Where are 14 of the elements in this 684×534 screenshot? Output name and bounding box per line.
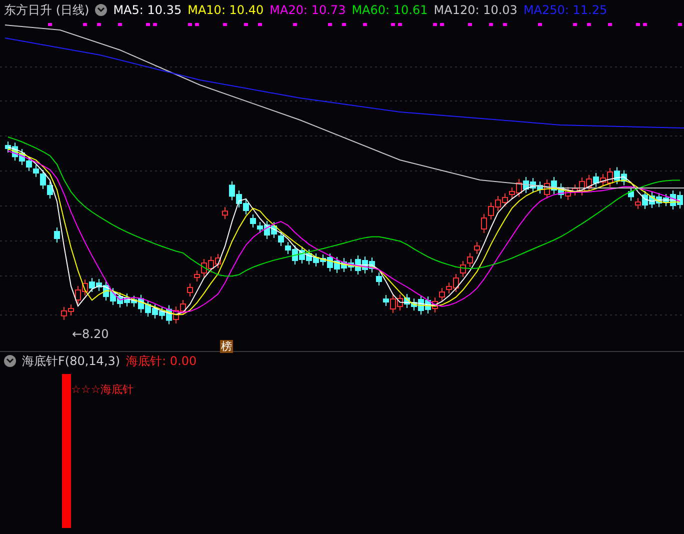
ma-legend-label: MA120: 10.03 — [434, 3, 518, 17]
ma-legend-label: MA5: 10.35 — [113, 3, 182, 17]
indicator-title: 海底针F(80,14,3) — [22, 352, 120, 370]
ma-legend-label: MA250: 11.25 — [523, 3, 608, 17]
ma-legend-label: MA60: 10.61 — [352, 3, 428, 17]
low-price-marker: ←8.20 — [72, 327, 109, 341]
ma-legend-label: MA20: 10.73 — [270, 3, 346, 17]
collapse-icon[interactable] — [4, 355, 16, 367]
collapse-icon[interactable] — [95, 4, 108, 16]
chart-title: 东方日升 (日线) — [4, 2, 90, 18]
signal-label: ☆☆☆海底针 — [71, 382, 134, 397]
indicator-reading: 海底针: 0.00 — [126, 352, 197, 370]
ma-legend-label: MA10: 10.40 — [188, 3, 264, 17]
ranking-badge: 榜 — [220, 340, 233, 353]
